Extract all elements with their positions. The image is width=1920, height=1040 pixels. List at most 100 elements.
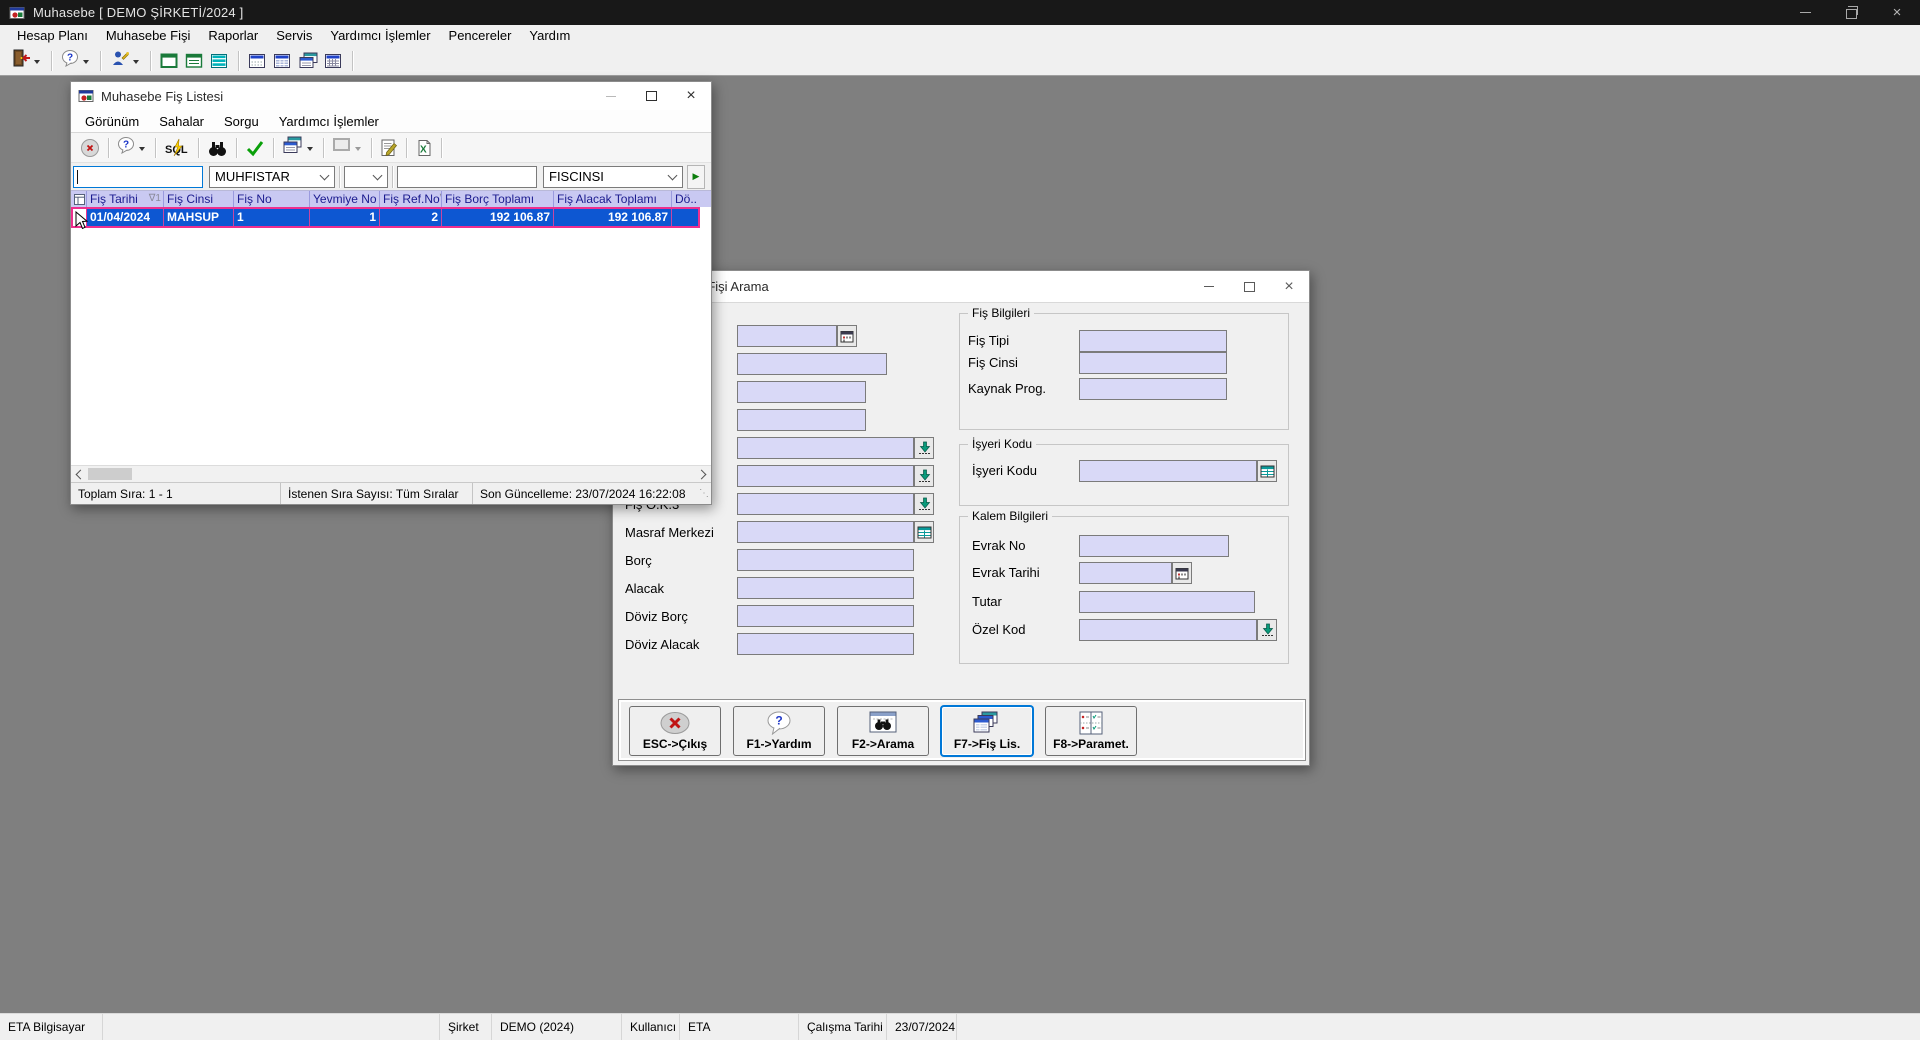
fis-cinsi-field[interactable]: [1079, 352, 1227, 374]
list-help-button[interactable]: ?: [114, 135, 150, 161]
search-field-ozel-kod-3[interactable]: [737, 493, 914, 515]
main-restore-button[interactable]: [1828, 0, 1874, 25]
f7-fis-listesi-button[interactable]: F7->Fiş Lis.: [941, 706, 1033, 756]
find-button[interactable]: [204, 135, 231, 161]
ozel-kod-3-lookup-button[interactable]: [914, 493, 934, 515]
search-field-1-calendar-button[interactable]: [837, 325, 857, 347]
kaynak-prog-field[interactable]: [1079, 378, 1227, 400]
table-row[interactable]: ▶ 01/04/2024 MAHSUP 1 1 2 192 106.87 192…: [71, 207, 700, 228]
list-menu-yardimci-islemler[interactable]: Yardımcı İşlemler: [269, 114, 389, 129]
main-titlebar[interactable]: Muhasebe [ DEMO ŞİRKETİ/2024 ] ×: [0, 0, 1920, 25]
esc-cikis-button[interactable]: ESC->Çıkış: [629, 706, 721, 756]
scrollbar-thumb[interactable]: [88, 468, 132, 480]
f8-parametreler-button[interactable]: F8->Paramet.: [1045, 706, 1137, 756]
column-header-fis-tarihi[interactable]: Fiş Tarihi∇1: [87, 191, 164, 207]
fis-window-button[interactable]: [245, 48, 270, 74]
scroll-left-button[interactable]: [71, 466, 87, 482]
view-dropdown-caret[interactable]: [307, 147, 313, 151]
layout-dropdown-caret[interactable]: [355, 147, 361, 151]
ozel-kod-field[interactable]: [1079, 619, 1257, 641]
horizontal-scrollbar[interactable]: [71, 465, 711, 482]
filter-search-input[interactable]: [73, 166, 203, 188]
apply-button[interactable]: [242, 135, 268, 161]
layout-button[interactable]: [329, 135, 366, 161]
column-header-yevmiye-no[interactable]: Yevmiye No: [310, 191, 380, 207]
search-maximize-button[interactable]: [1229, 271, 1269, 302]
masraf-merkezi-field[interactable]: [737, 521, 914, 543]
search-field-ozel-kod-1[interactable]: [737, 437, 914, 459]
cascade-windows-button[interactable]: [295, 48, 321, 74]
column-header-fis-cinsi[interactable]: Fiş Cinsi: [164, 191, 234, 207]
excel-export-button[interactable]: X: [412, 135, 436, 161]
fis-tipi-field[interactable]: [1079, 330, 1227, 352]
window-list-button[interactable]: [182, 48, 207, 74]
user-tools-button[interactable]: [107, 48, 144, 74]
grid-view-button[interactable]: [207, 48, 232, 74]
filter-value-input[interactable]: [397, 166, 537, 188]
help-dropdown-caret[interactable]: [83, 60, 89, 64]
user-tools-dropdown-caret[interactable]: [133, 60, 139, 64]
search-field-1[interactable]: [737, 325, 837, 347]
help-button[interactable]: ?: [58, 48, 94, 74]
cancel-button[interactable]: [77, 135, 103, 161]
menu-servis[interactable]: Servis: [267, 28, 321, 43]
view-windows-button[interactable]: [279, 135, 318, 161]
ozel-kod-lookup-button[interactable]: [1257, 619, 1277, 641]
menu-raporlar[interactable]: Raporlar: [199, 28, 267, 43]
report-button[interactable]: [377, 135, 401, 161]
menu-pencereler[interactable]: Pencereler: [440, 28, 521, 43]
exit-button[interactable]: [8, 48, 45, 74]
search-minimize-button[interactable]: [1189, 271, 1229, 302]
isyeri-kodu-lookup-button[interactable]: [1257, 460, 1277, 482]
calendar-button[interactable]: [321, 48, 346, 74]
exit-dropdown-caret[interactable]: [34, 60, 40, 64]
filter-go-button[interactable]: ▶: [687, 165, 705, 189]
search-field-2[interactable]: [737, 353, 887, 375]
column-header-fis-ref-no[interactable]: Fiş Ref.No∇: [380, 191, 442, 207]
list-minimize-button[interactable]: [591, 82, 631, 110]
evrak-tarihi-field[interactable]: [1079, 562, 1172, 584]
field-combo[interactable]: FISCINSI: [543, 166, 683, 188]
help-dropdown-caret[interactable]: [139, 147, 145, 151]
f1-yardim-button[interactable]: ? F1->Yardım: [733, 706, 825, 756]
menu-yardimci-islemler[interactable]: Yardımcı İşlemler: [321, 28, 439, 43]
search-field-3[interactable]: [737, 381, 866, 403]
column-header-doviz[interactable]: Dö...: [672, 191, 698, 207]
list-menu-gorunum[interactable]: Görünüm: [75, 114, 149, 129]
menu-hesap-plani[interactable]: Hesap Planı: [8, 28, 97, 43]
table-combo[interactable]: MUHFISTAR: [209, 166, 335, 188]
evrak-tarihi-calendar-button[interactable]: [1172, 562, 1192, 584]
alacak-field[interactable]: [737, 577, 914, 599]
resize-grip[interactable]: ⋱: [699, 488, 709, 499]
search-close-button[interactable]: ×: [1269, 271, 1309, 302]
evrak-no-field[interactable]: [1079, 535, 1229, 557]
menu-muhasebe-fisi[interactable]: Muhasebe Fişi: [97, 28, 200, 43]
fis-pattern-window-button[interactable]: [270, 48, 295, 74]
scroll-right-button[interactable]: [695, 466, 711, 482]
list-menu-sorgu[interactable]: Sorgu: [214, 114, 269, 129]
ozel-kod-2-lookup-button[interactable]: [914, 465, 934, 487]
ozel-kod-1-lookup-button[interactable]: [914, 437, 934, 459]
main-close-button[interactable]: ×: [1874, 0, 1920, 25]
borc-field[interactable]: [737, 549, 914, 571]
list-menu-sahalar[interactable]: Sahalar: [149, 114, 214, 129]
sql-button[interactable]: SQL: [161, 135, 193, 161]
f2-arama-button[interactable]: F2->Arama: [837, 706, 929, 756]
column-header-fis-alacak-toplami[interactable]: Fiş Alacak Toplamı: [554, 191, 672, 207]
search-field-4[interactable]: [737, 409, 866, 431]
main-minimize-button[interactable]: [1782, 0, 1828, 25]
isyeri-kodu-field[interactable]: [1079, 460, 1257, 482]
column-header-fis-no[interactable]: Fiş No: [234, 191, 310, 207]
doviz-alacak-field[interactable]: [737, 633, 914, 655]
tutar-field[interactable]: [1079, 591, 1255, 613]
masraf-merkezi-lookup-button[interactable]: [914, 521, 934, 543]
list-maximize-button[interactable]: [631, 82, 671, 110]
list-window-titlebar[interactable]: Muhasebe Fiş Listesi ×: [71, 82, 711, 110]
new-window-button[interactable]: [157, 48, 182, 74]
mini-combo[interactable]: [344, 166, 388, 188]
list-close-button[interactable]: ×: [671, 82, 711, 110]
grid-selector-header[interactable]: [71, 191, 87, 207]
doviz-borc-field[interactable]: [737, 605, 914, 627]
menu-yardim[interactable]: Yardım: [520, 28, 579, 43]
search-field-ozel-kod-2[interactable]: [737, 465, 914, 487]
